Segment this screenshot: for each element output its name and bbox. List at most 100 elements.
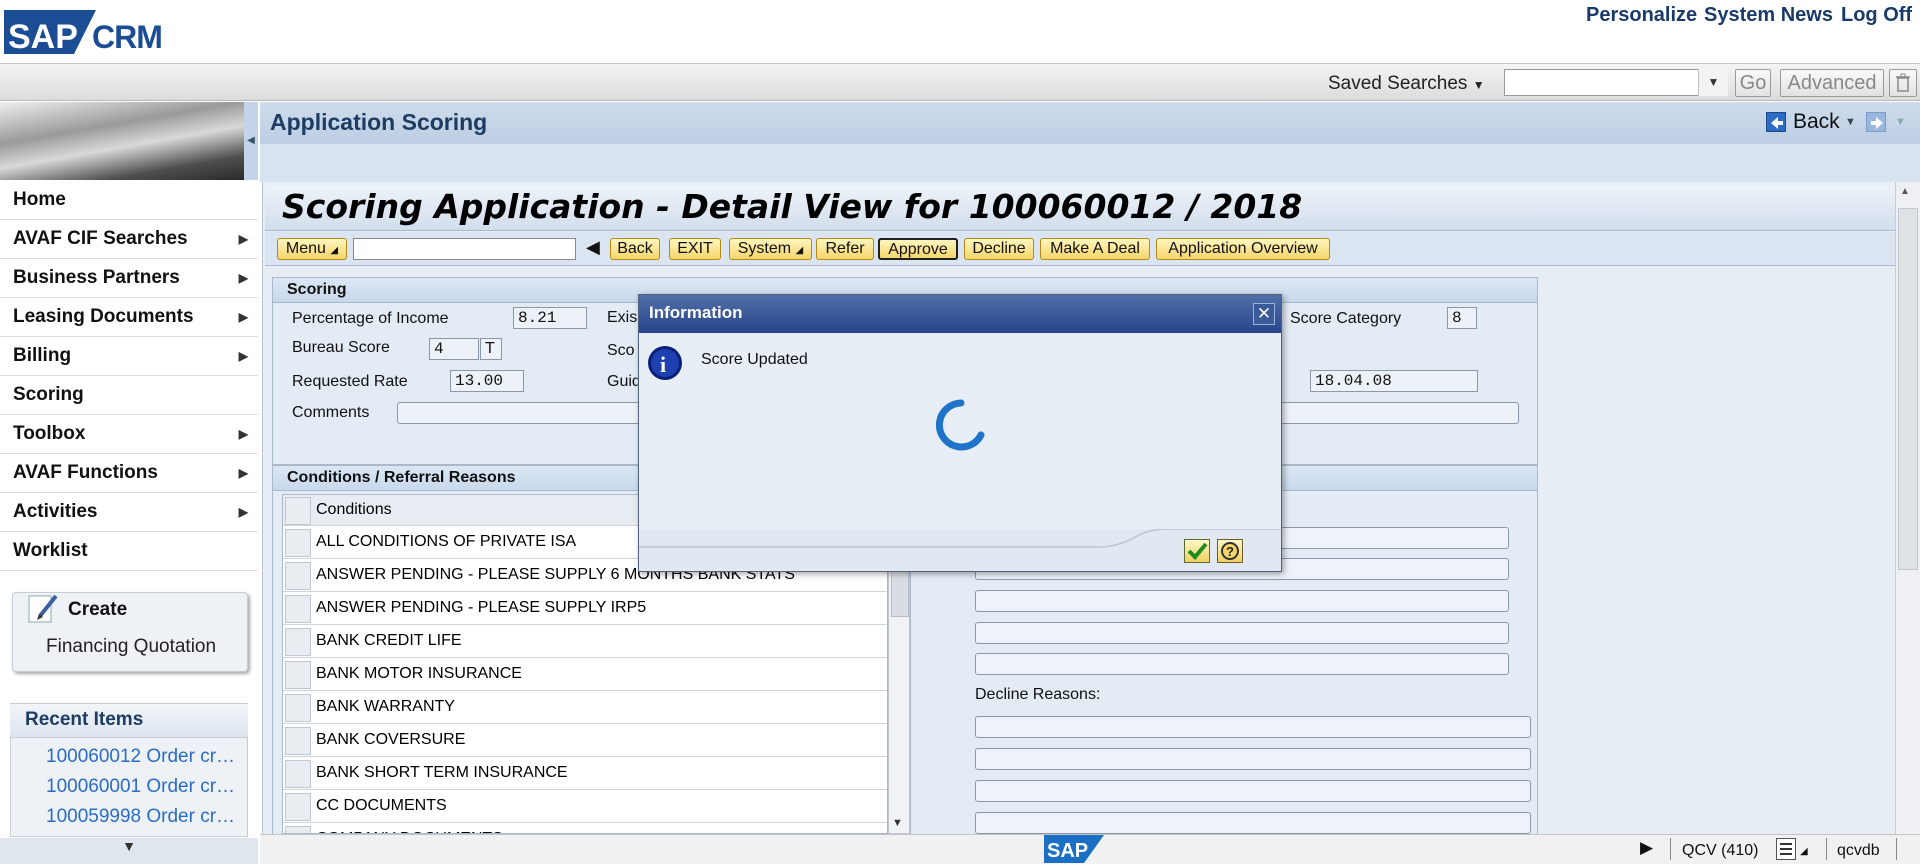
row-selector[interactable] [285,661,311,689]
table-row[interactable]: COMPANY DOCUMENTS [283,823,887,833]
table-row[interactable]: BANK CREDIT LIFE [283,625,887,658]
logo-crm-text: CRM [92,19,162,55]
navigation-menu: Home AVAF CIF Searches ▶ Business Partner… [0,181,258,571]
recent-item-link[interactable]: 100059998 Order cr… [46,806,235,828]
toolbar-command-input[interactable] [353,238,576,260]
percentage-of-income-field[interactable]: 8.21 [513,307,587,329]
row-selector[interactable] [285,529,311,557]
page-scrollbar[interactable]: ▲ [1895,182,1920,834]
row-selector[interactable] [285,826,311,833]
collapse-nav-icon[interactable]: ◀ [244,102,258,180]
create-financing-quotation-link[interactable]: Financing Quotation [46,636,216,658]
confirm-checkmark-icon[interactable] [1184,539,1210,563]
condition-text: CC DOCUMENTS [316,797,447,814]
select-dropdown-icon[interactable]: ▼ [1698,69,1728,96]
bureau-score-label: Bureau Score [292,339,390,356]
session-list-icon[interactable] [1776,838,1796,860]
decline-reason-field[interactable] [975,812,1531,834]
decline-reason-field[interactable] [975,716,1531,738]
referral-reason-field[interactable] [975,653,1509,675]
menu-button[interactable]: Menu ◢ [277,238,347,260]
recent-item-link[interactable]: 100060001 Order cr… [46,776,235,798]
nav-item-activities[interactable]: Activities ▶ [0,493,258,532]
decline-reason-field[interactable] [975,748,1531,770]
condition-text: BANK CREDIT LIFE [316,632,462,649]
exit-button[interactable]: EXIT [669,238,721,260]
table-row[interactable]: BANK MOTOR INSURANCE [283,658,887,691]
condition-text: ALL CONDITIONS OF PRIVATE ISA [316,533,577,550]
nav-item-worklist[interactable]: Worklist [0,532,258,571]
decline-reasons-label: Decline Reasons: [975,686,1101,703]
back-arrow-icon[interactable] [1766,112,1786,132]
detail-view-title: Scoring Application - Detail View for 10… [282,187,1303,226]
system-news-link[interactable]: System News [1704,4,1833,27]
comments-label: Comments [292,404,370,421]
forward-arrow-icon[interactable] [1866,112,1886,132]
work-area-header [260,102,1920,144]
scroll-down-icon[interactable]: ▼ [892,817,903,829]
recent-item-link[interactable]: 100060012 Order cr… [46,746,235,768]
nav-item-avaf-functions[interactable]: AVAF Functions ▶ [0,454,258,493]
scroll-down-icon[interactable]: ▼ [0,838,258,864]
help-icon[interactable]: ? [1217,539,1243,563]
svg-text:?: ? [1226,544,1234,559]
caret-icon[interactable]: ◢ [1800,846,1808,857]
row-selector[interactable] [285,595,311,623]
advanced-button[interactable]: Advanced [1780,69,1884,97]
scrollbar-thumb[interactable] [1898,208,1918,570]
make-a-deal-button[interactable]: Make A Deal [1040,238,1150,260]
system-button[interactable]: System ◢ [729,238,812,260]
nav-item-leasing-documents[interactable]: Leasing Documents ▶ [0,298,258,337]
row-selector[interactable] [285,694,311,722]
row-selector[interactable] [285,628,311,656]
personalize-link[interactable]: Personalize [1586,4,1697,27]
user-name-label: qcvdb [1837,842,1880,859]
decline-reason-field[interactable] [975,780,1531,802]
row-selector[interactable] [285,793,311,821]
decline-button[interactable]: Decline [964,238,1034,260]
scroll-left-icon[interactable]: ◀ [586,237,600,258]
nav-item-home[interactable]: Home [0,181,258,220]
bureau-score-field[interactable]: 4 [429,338,479,360]
application-overview-button[interactable]: Application Overview [1156,238,1330,260]
nav-item-billing[interactable]: Billing ▶ [0,337,258,376]
row-selector[interactable] [285,562,311,590]
requested-rate-field[interactable]: 13.00 [450,370,524,392]
referral-reason-field[interactable] [975,590,1509,612]
table-row[interactable]: BANK WARRANTY [283,691,887,724]
table-row[interactable]: BANK COVERSURE [283,724,887,757]
select-all-cell[interactable] [285,497,311,525]
log-off-link[interactable]: Log Off [1841,4,1912,27]
row-selector[interactable] [285,727,311,755]
nav-item-avaf-cif-searches[interactable]: AVAF CIF Searches ▶ [0,220,258,259]
go-button[interactable]: Go [1735,69,1771,97]
submenu-arrow-icon: ▶ [238,427,248,441]
nav-item-business-partners[interactable]: Business Partners ▶ [0,259,258,298]
close-icon[interactable]: ✕ [1253,303,1275,325]
row-selector[interactable] [285,760,311,788]
saved-searches-dropdown[interactable]: Saved Searches ▼ [1328,73,1485,95]
score-category-field[interactable]: 8 [1447,307,1477,329]
refer-button[interactable]: Refer [816,238,874,260]
loading-spinner-icon [935,399,987,456]
table-row[interactable]: BANK SHORT TERM INSURANCE [283,757,887,790]
nav-item-toolbox[interactable]: Toolbox ▶ [0,415,258,454]
status-expand-icon[interactable]: ▶ [1640,838,1653,858]
table-row[interactable]: ANSWER PENDING - PLEASE SUPPLY IRP5 [283,592,887,625]
back-history-dropdown-icon[interactable]: ▼ [1845,116,1856,128]
trash-icon[interactable] [1889,69,1917,97]
nav-item-scoring[interactable]: Scoring [0,376,258,415]
saved-search-select[interactable] [1504,69,1728,96]
table-row[interactable]: CC DOCUMENTS [283,790,887,823]
forward-history-dropdown-icon[interactable]: ▼ [1895,116,1906,128]
caret-icon: ◢ [795,245,804,256]
referral-reason-field[interactable] [975,622,1509,644]
back-button[interactable]: Back [610,238,660,260]
bureau-score-flag-field[interactable]: T [480,338,502,360]
scroll-up-icon[interactable]: ▲ [1900,186,1910,197]
submenu-arrow-icon: ▶ [238,310,248,324]
submenu-arrow-icon: ▶ [238,466,248,480]
approve-button[interactable]: Approve [878,238,958,260]
back-link[interactable]: Back [1793,110,1840,134]
date-field[interactable]: 18.04.08 [1310,370,1478,392]
